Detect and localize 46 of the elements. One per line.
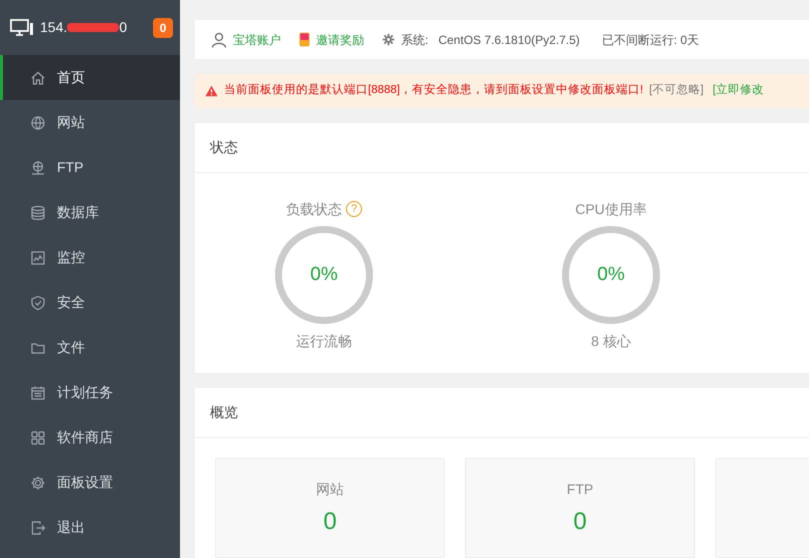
chart-icon bbox=[30, 250, 46, 266]
card-label: 网站 bbox=[316, 480, 344, 499]
envelope-icon bbox=[299, 32, 310, 48]
sidebar-item[interactable]: FTP bbox=[0, 145, 180, 190]
gauge-label: 负载状态 bbox=[286, 200, 342, 218]
sidebar-item[interactable]: 网站 bbox=[0, 100, 180, 145]
sidebar-item[interactable]: 计划任务 bbox=[0, 370, 180, 415]
card-value: 0 bbox=[573, 507, 587, 537]
redaction-mark bbox=[67, 23, 120, 32]
computer-icon bbox=[10, 18, 34, 36]
home-icon bbox=[30, 70, 46, 86]
sidebar-item[interactable]: 面板设置 bbox=[0, 460, 180, 505]
uptime-text: 已不间断运行: 0天 bbox=[602, 32, 700, 49]
card-value: 0 bbox=[323, 507, 337, 537]
sidebar-item[interactable]: 数据库 bbox=[0, 190, 180, 235]
logout-icon bbox=[30, 520, 46, 536]
sidebar-item[interactable]: 监控 bbox=[0, 235, 180, 280]
network-icon bbox=[30, 160, 46, 176]
panel-title: 状态 bbox=[210, 138, 238, 157]
panel-title: 概览 bbox=[210, 403, 238, 422]
system-label: 系统: bbox=[401, 32, 428, 49]
settings-icon bbox=[30, 474, 46, 490]
ignore-note: [不可忽略] bbox=[649, 82, 704, 98]
calendar-icon bbox=[30, 384, 46, 400]
system-info: CentOS 7.6.1810(Py2.7.5) bbox=[438, 32, 580, 49]
sidebar-item[interactable]: 安全 bbox=[0, 280, 180, 325]
warning-icon bbox=[205, 85, 218, 98]
sidebar-item[interactable]: 退出 bbox=[0, 505, 180, 550]
gauge-caption: 运行流畅 bbox=[296, 332, 352, 351]
server-address: 0 bbox=[119, 18, 128, 37]
globe-icon bbox=[30, 114, 46, 130]
gauge-caption: 8 核心 bbox=[591, 332, 631, 351]
user-icon bbox=[211, 32, 227, 48]
warning-message: 当前面板使用的是默认端口[8888]，有安全隐患，请到面板设置中修改面板端口! bbox=[224, 82, 644, 98]
card-label: FTP bbox=[566, 480, 594, 499]
server-address: 154. bbox=[40, 18, 68, 37]
gauge-value: 0% bbox=[310, 262, 338, 287]
shield-icon bbox=[30, 294, 46, 310]
sidebar-item[interactable]: 文件 bbox=[0, 325, 180, 370]
gear-icon bbox=[382, 33, 395, 46]
gauge-value: 0% bbox=[597, 262, 625, 287]
sidebar-item[interactable]: 软件商店 bbox=[0, 415, 180, 460]
database-icon bbox=[30, 204, 46, 220]
gauge-label: CPU使用率 bbox=[575, 200, 647, 218]
sidebar-item[interactable]: 首页 bbox=[0, 55, 180, 100]
grid-icon bbox=[30, 430, 46, 446]
